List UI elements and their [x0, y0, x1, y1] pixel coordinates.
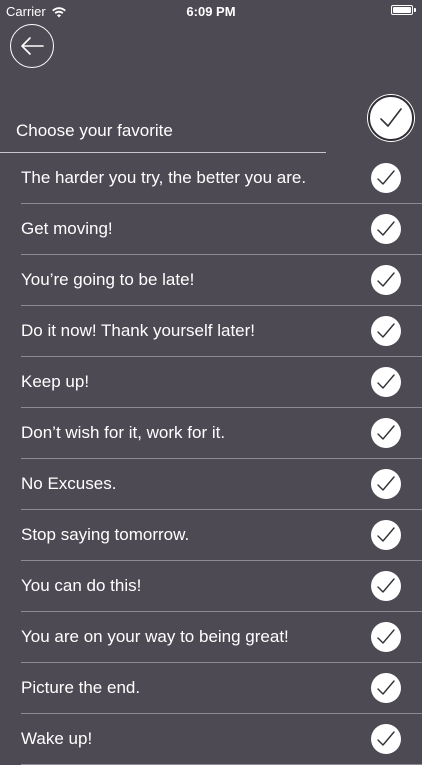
list-item-label: Stop saying tomorrow. [21, 525, 190, 544]
list-item-label: You’re going to be late! [21, 270, 195, 289]
list-item-label: Wake up! [21, 729, 93, 748]
list-item[interactable]: Picture the end. [21, 663, 422, 714]
list-item-label: Picture the end. [21, 678, 141, 697]
favorites-list: The harder you try, the better you are. … [0, 153, 422, 765]
check-button[interactable] [371, 418, 401, 448]
back-arrow-icon [21, 37, 44, 55]
list-item[interactable]: Stop saying tomorrow. [21, 510, 422, 561]
list-item[interactable]: Keep up! [21, 357, 422, 408]
checkmark-icon [377, 221, 395, 236]
check-button[interactable] [371, 571, 401, 601]
battery-body [391, 5, 413, 15]
list-item-label: Keep up! [21, 372, 90, 391]
checkmark-icon [377, 680, 395, 695]
checkmark-icon [377, 578, 395, 593]
checkmark-icon [377, 170, 395, 185]
status-time: 6:09 PM [186, 4, 236, 19]
check-button[interactable] [371, 469, 401, 499]
checkmark-icon [377, 527, 395, 542]
checkmark-icon [377, 629, 395, 644]
list-item-label: No Excuses. [21, 474, 117, 493]
check-button[interactable] [371, 520, 401, 550]
list-item[interactable]: You can do this! [21, 561, 422, 612]
list-item-label: Don’t wish for it, work for it. [21, 423, 226, 442]
checkmark-icon [377, 374, 395, 389]
check-button[interactable] [371, 163, 401, 193]
check-button[interactable] [371, 622, 401, 652]
checkmark-icon [377, 731, 395, 746]
checkmark-icon [377, 476, 395, 491]
checkmark-icon [377, 272, 395, 287]
list-item[interactable]: No Excuses. [21, 459, 422, 510]
check-button[interactable] [371, 214, 401, 244]
list-item[interactable]: Wake up! [21, 714, 422, 765]
list-item-label: Do it now! Thank yourself later! [21, 321, 256, 340]
checkmark-icon [377, 425, 395, 440]
back-button[interactable] [10, 24, 54, 68]
check-button[interactable] [371, 673, 401, 703]
battery-tip [414, 8, 416, 12]
list-item-label: Get moving! [21, 219, 113, 238]
battery-fill [393, 7, 411, 13]
list-item-label: You can do this! [21, 576, 142, 595]
page-title: Choose your favorite [16, 121, 173, 140]
list-item[interactable]: You are on your way to being great! [21, 612, 422, 663]
list-item[interactable]: You’re going to be late! [21, 255, 422, 306]
select-all-button[interactable] [368, 95, 414, 141]
checkmark-icon [380, 108, 402, 127]
list-item[interactable]: Don’t wish for it, work for it. [21, 408, 422, 459]
check-button[interactable] [371, 316, 401, 346]
check-button[interactable] [371, 265, 401, 295]
list-item[interactable]: Get moving! [21, 204, 422, 255]
battery-icon [391, 5, 416, 15]
check-button[interactable] [371, 367, 401, 397]
status-bar: Carrier 6:09 PM [0, 0, 422, 22]
list-item[interactable]: Do it now! Thank yourself later! [21, 306, 422, 357]
checkmark-icon [377, 323, 395, 338]
list-item-label: You are on your way to being great! [21, 627, 289, 646]
list-item-label: The harder you try, the better you are. [21, 168, 307, 187]
list-item[interactable]: The harder you try, the better you are. [21, 153, 422, 204]
